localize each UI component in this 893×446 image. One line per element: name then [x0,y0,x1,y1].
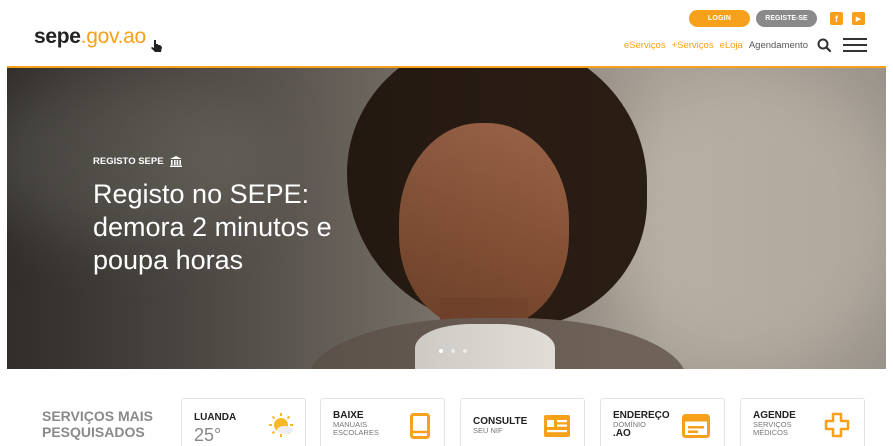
services-heading: SERVIÇOS MAIS PESQUISADOS [42,408,153,440]
hero-title: Registo no SEPE: demora 2 minutos e poup… [93,179,332,275]
browser-window-icon [682,414,710,438]
card-sublabel: MANUAIS ESCOLARES [333,420,379,437]
service-card-dominio[interactable]: ENDEREÇO DOMÍNIO .AO [600,398,725,446]
card-sublabel: SERVIÇOS MÉDICOS [753,420,792,437]
card-label: AGENDE SERVIÇOS MÉDICOS [753,411,801,437]
nav-eloja[interactable]: eLoja [720,40,743,51]
carousel-dot-3[interactable] [463,349,467,353]
hero-kicker: REGISTO SEPE [93,156,182,167]
tablet-icon [410,413,430,439]
carousel-dot-2[interactable] [451,349,455,353]
medical-cross-icon [824,412,850,438]
nav-agendamento[interactable]: Agendamento [749,40,808,51]
id-card-icon [544,415,570,437]
nav-mais-servicos[interactable]: +Serviços [672,40,714,51]
service-card-weather[interactable]: LUANDA 25° [181,398,306,446]
carousel-dot-1[interactable] [439,349,443,353]
card-label: ENDEREÇO DOMÍNIO .AO [613,410,670,439]
site-header: sepe.gov.ao LOGIN REGISTE-SE f ▶ eServiç… [0,0,893,68]
card-label: CONSULTE SEU NIF [473,416,528,435]
weather-sun-icon [269,413,293,437]
hamburger-menu-icon[interactable] [843,37,867,53]
sepe-logo[interactable]: sepe.gov.ao [34,25,162,52]
account-actions: LOGIN REGISTE-SE f ▶ [689,10,865,27]
register-button[interactable]: REGISTE-SE [756,10,817,27]
main-nav: eServiços +Serviços eLoja Agendamento [618,37,867,53]
pointer-cursor-icon [151,40,162,52]
carousel-dots [439,349,467,353]
card-sublabel: SEU NIF [473,426,503,435]
logo-main: sepe [34,25,81,48]
search-icon[interactable] [817,38,831,52]
card-extra: .AO [613,428,631,439]
card-label: LUANDA [194,412,237,423]
service-card-nif[interactable]: CONSULTE SEU NIF [460,398,585,446]
logo-suffix: .gov.ao [80,25,147,48]
service-card-manuais[interactable]: BAIXE MANUAIS ESCOLARES [320,398,445,446]
youtube-icon[interactable]: ▶ [852,12,865,25]
institution-building-icon [169,156,182,167]
hero-kicker-text: REGISTO SEPE [93,156,164,167]
card-label: BAIXE MANUAIS ESCOLARES [333,411,383,437]
hero-banner[interactable]: REGISTO SEPE Registo no SEPE: demora 2 m… [7,68,886,369]
nav-eservicos[interactable]: eServiços [624,40,666,51]
temperature-value: 25° [194,425,222,445]
facebook-icon[interactable]: f [830,12,843,25]
service-card-medicos[interactable]: AGENDE SERVIÇOS MÉDICOS [740,398,865,446]
login-button[interactable]: LOGIN [689,10,750,27]
